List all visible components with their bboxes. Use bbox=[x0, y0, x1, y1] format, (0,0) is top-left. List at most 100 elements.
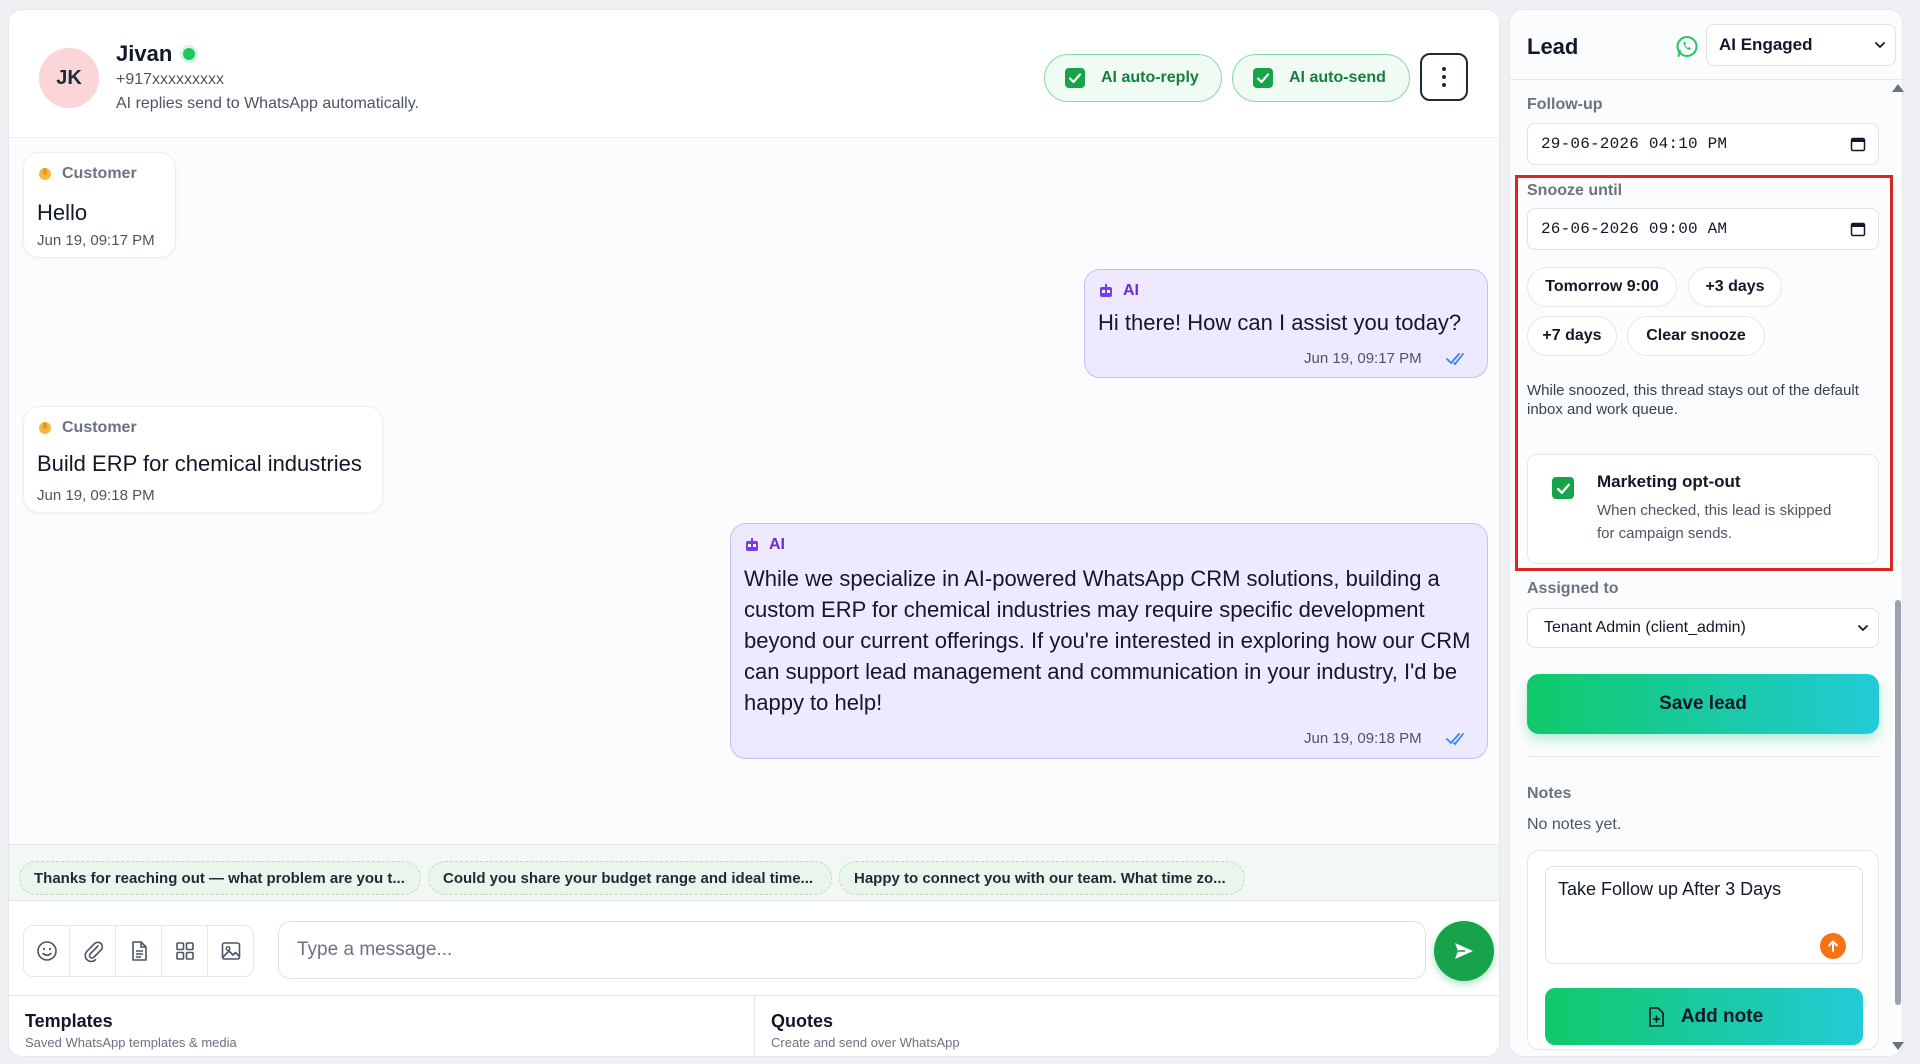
notes-label: Notes bbox=[1527, 785, 1572, 802]
composer bbox=[9, 900, 1499, 995]
note-textarea[interactable]: Take Follow up After 3 Days bbox=[1545, 866, 1863, 964]
templates-subtitle: Saved WhatsApp templates & media bbox=[25, 1035, 237, 1050]
note-plus-icon bbox=[1649, 1006, 1664, 1027]
assigned-to-value: Tenant Admin (client_admin) bbox=[1544, 619, 1746, 636]
calendar-icon[interactable] bbox=[1850, 221, 1866, 237]
snooze-date-value: 26-06-2026 09:00 AM bbox=[1541, 220, 1728, 238]
scroll-up-arrow-icon[interactable] bbox=[1892, 84, 1904, 92]
quotes-section[interactable]: Quotes Create and send over WhatsApp bbox=[755, 996, 1499, 1056]
templates-section[interactable]: Templates Saved WhatsApp templates & med… bbox=[9, 996, 755, 1056]
marketing-optout-description: When checked, this lead is skipped for c… bbox=[1597, 502, 1832, 542]
arrow-up-icon bbox=[1820, 933, 1846, 959]
contact-name: Jivan bbox=[116, 41, 173, 66]
sender-label: AI bbox=[744, 536, 785, 554]
sender-label: Customer bbox=[37, 419, 137, 437]
marketing-optout-card: Marketing opt-out When checked, this lea… bbox=[1527, 454, 1879, 564]
lead-title: Lead bbox=[1527, 34, 1579, 59]
marketing-optout-checkbox[interactable] bbox=[1552, 477, 1574, 499]
robot-icon bbox=[1100, 284, 1112, 297]
message-bubble-customer: Customer Build ERP for chemical industri… bbox=[23, 406, 383, 513]
checkbox-checked-icon bbox=[1556, 483, 1570, 494]
followup-date-input[interactable]: 29-06-2026 04:10 PM bbox=[1527, 123, 1879, 165]
ai-auto-reply-label: AI auto-reply bbox=[1101, 69, 1199, 86]
emoji-button[interactable] bbox=[23, 925, 70, 977]
save-lead-button[interactable]: Save lead bbox=[1527, 674, 1879, 734]
marketing-optout-title: Marketing opt-out bbox=[1597, 472, 1741, 491]
message-text: Build ERP for chemical industries bbox=[37, 451, 362, 476]
image-icon bbox=[221, 942, 240, 960]
document-button[interactable] bbox=[115, 925, 162, 977]
lead-status-value: AI Engaged bbox=[1719, 35, 1813, 54]
whatsapp-icon bbox=[1676, 36, 1698, 57]
message-text: Hi there! How can I assist you today? bbox=[1098, 310, 1462, 335]
bottom-bar: Templates Saved WhatsApp templates & med… bbox=[9, 995, 1499, 1056]
emoji-icon bbox=[36, 941, 57, 961]
contact-subtitle: AI replies send to WhatsApp automaticall… bbox=[116, 95, 419, 112]
double-check-icon bbox=[1446, 733, 1464, 746]
attach-icon bbox=[84, 941, 103, 963]
scroll-thumb[interactable] bbox=[1895, 600, 1901, 1005]
templates-title: Templates bbox=[25, 1011, 113, 1031]
avatar: JK bbox=[39, 48, 99, 108]
sender-label: Customer bbox=[37, 165, 137, 183]
message-bubble-customer: Customer Hello Jun 19, 09:17 PM bbox=[23, 152, 176, 258]
chevron-down-icon bbox=[1858, 625, 1868, 631]
suggestion-chip[interactable]: Could you share your budget range and id… bbox=[428, 861, 832, 895]
message-text: Hello bbox=[37, 200, 88, 225]
lead-status-select[interactable]: AI Engaged bbox=[1706, 24, 1896, 66]
message-bubble-ai: AI Hi there! How can I assist you today?… bbox=[1084, 269, 1488, 378]
message-bubble-ai: AI While we specialize in AI-powered Wha… bbox=[730, 523, 1488, 759]
grid-button[interactable] bbox=[161, 925, 208, 977]
followup-label: Follow-up bbox=[1527, 96, 1603, 113]
message-text: While we specialize in AI-powered WhatsA… bbox=[744, 566, 1471, 715]
contact-phone: +917xxxxxxxxx bbox=[116, 71, 225, 88]
add-note-button[interactable]: Add note bbox=[1545, 988, 1863, 1045]
image-button[interactable] bbox=[207, 925, 254, 977]
ai-auto-send-label: AI auto-send bbox=[1289, 69, 1386, 86]
divider bbox=[1527, 756, 1879, 757]
lead-panel-scrollbar[interactable] bbox=[1892, 80, 1904, 1050]
assigned-label: Assigned to bbox=[1527, 580, 1619, 597]
calendar-icon[interactable] bbox=[1850, 136, 1866, 152]
snooze-date-input[interactable]: 26-06-2026 09:00 AM bbox=[1527, 208, 1879, 250]
more-options-button[interactable] bbox=[1420, 53, 1468, 101]
hand-icon bbox=[39, 422, 51, 434]
add-note-label: Add note bbox=[1680, 1005, 1764, 1027]
snooze-3-days-button[interactable]: +3 days bbox=[1688, 267, 1782, 307]
double-check-icon bbox=[1446, 353, 1464, 366]
message-time: Jun 19, 09:17 PM bbox=[37, 232, 155, 249]
snooze-tomorrow-button[interactable]: Tomorrow 9:00 bbox=[1527, 267, 1677, 307]
vertical-dots-icon bbox=[1442, 67, 1446, 87]
clear-snooze-button[interactable]: Clear snooze bbox=[1627, 316, 1765, 356]
ai-auto-reply-toggle[interactable]: AI auto-reply bbox=[1044, 54, 1222, 102]
suggestion-chip[interactable]: Thanks for reaching out — what problem a… bbox=[19, 861, 421, 895]
snooze-7-days-button[interactable]: +7 days bbox=[1527, 316, 1617, 356]
grid-icon bbox=[175, 942, 194, 960]
attach-button[interactable] bbox=[69, 925, 116, 977]
hand-icon bbox=[39, 168, 51, 180]
send-button[interactable] bbox=[1434, 921, 1494, 981]
followup-date-value: 29-06-2026 04:10 PM bbox=[1541, 135, 1728, 153]
quotes-title: Quotes bbox=[771, 1011, 834, 1031]
snooze-label: Snooze until bbox=[1527, 182, 1623, 199]
document-icon bbox=[131, 941, 147, 961]
suggestion-bar: Thanks for reaching out — what problem a… bbox=[9, 844, 1499, 900]
chevron-down-icon bbox=[1875, 42, 1885, 48]
lead-panel: Lead AI Engaged Follow-up 29-06-2026 04:… bbox=[1509, 9, 1903, 1057]
message-time: Jun 19, 09:18 PM bbox=[1304, 730, 1422, 747]
add-note-card: Take Follow up After 3 Days Add note bbox=[1527, 850, 1879, 1050]
assigned-to-select[interactable]: Tenant Admin (client_admin) bbox=[1527, 608, 1879, 648]
chat-panel: JK Jivan +917xxxxxxxxx AI replies send t… bbox=[8, 9, 1500, 1057]
ai-auto-send-toggle[interactable]: AI auto-send bbox=[1232, 54, 1410, 102]
scroll-down-arrow-icon[interactable] bbox=[1892, 1042, 1904, 1050]
message-time: Jun 19, 09:18 PM bbox=[37, 487, 155, 504]
suggestion-chip[interactable]: Happy to connect you with our team. What… bbox=[839, 861, 1245, 895]
message-input[interactable] bbox=[278, 921, 1426, 979]
sender-label: AI bbox=[1098, 282, 1139, 300]
online-status-dot bbox=[183, 48, 195, 60]
send-icon bbox=[1455, 943, 1473, 959]
notes-empty-text: No notes yet. bbox=[1527, 816, 1622, 833]
message-time: Jun 19, 09:17 PM bbox=[1304, 350, 1422, 367]
snooze-note: While snoozed, this thread stays out of … bbox=[1527, 382, 1859, 418]
quotes-subtitle: Create and send over WhatsApp bbox=[771, 1035, 960, 1050]
